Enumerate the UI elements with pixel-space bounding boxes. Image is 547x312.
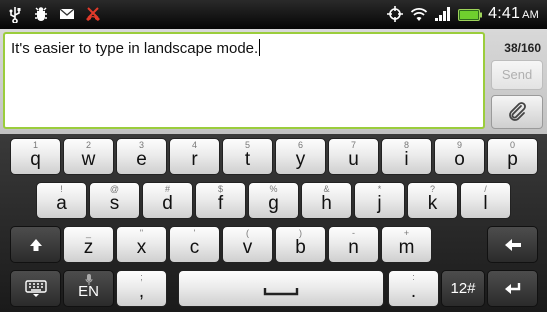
- key-t[interactable]: 5t: [222, 138, 273, 175]
- keyboard-icon: [11, 271, 60, 306]
- key-e[interactable]: 3e: [116, 138, 167, 175]
- key-char: i: [404, 149, 409, 170]
- battery-icon: [458, 8, 483, 21]
- backspace-arrow-icon: [488, 227, 537, 262]
- key-char: f: [217, 193, 224, 214]
- key-char: a: [56, 193, 67, 214]
- space-key[interactable]: [178, 270, 384, 307]
- key-char: z: [83, 237, 94, 258]
- key-char: s: [109, 193, 120, 214]
- key-char: .: [410, 281, 417, 302]
- key-k[interactable]: ? k: [407, 182, 458, 219]
- key-a[interactable]: ! a: [36, 182, 87, 219]
- key-char: d: [162, 193, 173, 214]
- key-n[interactable]: -n: [328, 226, 379, 263]
- symbols-label: 12#: [450, 280, 476, 297]
- key-char: y: [295, 149, 306, 170]
- key-m[interactable]: + m: [381, 226, 432, 263]
- key-char: p: [507, 149, 518, 170]
- clock-ampm: AM: [522, 9, 539, 21]
- soft-keyboard: 1q 2w 3e 4r 5t 6y 7u 8i 9o 0p ! a @ s # d $…: [0, 134, 547, 312]
- key-char: j: [377, 193, 382, 214]
- missed-call-icon: [84, 5, 102, 23]
- key-char: l: [483, 193, 488, 214]
- key-c[interactable]: ' c: [169, 226, 220, 263]
- key-x[interactable]: " x: [116, 226, 167, 263]
- space-bar-icon: [179, 271, 383, 306]
- attach-button[interactable]: [491, 95, 543, 129]
- language-key[interactable]: EN: [63, 270, 114, 307]
- debug-icon: [32, 5, 50, 23]
- key-char: g: [268, 193, 279, 214]
- key-i[interactable]: 8i: [381, 138, 432, 175]
- key-o[interactable]: 9o: [434, 138, 485, 175]
- key-r[interactable]: 4r: [169, 138, 220, 175]
- send-button[interactable]: Send: [491, 60, 543, 90]
- key-g[interactable]: % g: [248, 182, 299, 219]
- key-char: u: [348, 149, 359, 170]
- key-char: k: [427, 193, 438, 214]
- key-z[interactable]: _ z: [63, 226, 114, 263]
- key-comma[interactable]: ;,: [116, 270, 167, 307]
- key-char: r: [191, 149, 198, 170]
- key-char: n: [348, 237, 359, 258]
- key-y[interactable]: 6y: [275, 138, 326, 175]
- wifi-icon: [410, 5, 428, 23]
- signal-icon: [434, 5, 452, 23]
- enter-key[interactable]: [487, 270, 538, 307]
- key-l[interactable]: / l: [460, 182, 511, 219]
- key-b[interactable]: ) b: [275, 226, 326, 263]
- key-period[interactable]: :.: [388, 270, 439, 307]
- text-cursor: [259, 39, 261, 56]
- key-char: c: [189, 237, 200, 258]
- clock: 4:41 AM: [488, 5, 539, 23]
- key-char: x: [136, 237, 147, 258]
- key-h[interactable]: & h: [301, 182, 352, 219]
- usb-icon: [6, 5, 24, 24]
- key-char: m: [398, 237, 415, 258]
- language-label: EN: [78, 283, 99, 300]
- notification-icons: [6, 4, 102, 24]
- key-char: t: [244, 149, 251, 170]
- symbols-key[interactable]: 12#: [441, 270, 485, 307]
- key-j[interactable]: * j: [354, 182, 405, 219]
- compose-area: It's easier to type in landscape mode. 3…: [0, 29, 547, 134]
- mail-icon: [58, 5, 76, 23]
- message-input[interactable]: It's easier to type in landscape mode.: [3, 32, 485, 129]
- system-icons: 4:41 AM: [386, 4, 539, 24]
- enter-arrow-icon: [488, 271, 537, 306]
- key-f[interactable]: $ f: [195, 182, 246, 219]
- key-d[interactable]: # d: [142, 182, 193, 219]
- key-char: v: [242, 237, 253, 258]
- gps-icon: [386, 5, 404, 23]
- key-w[interactable]: 2w: [63, 138, 114, 175]
- message-text: It's easier to type in landscape mode.: [11, 40, 259, 57]
- shift-key[interactable]: [10, 226, 61, 263]
- key-s[interactable]: @ s: [89, 182, 140, 219]
- shift-arrow-icon: [11, 227, 60, 262]
- key-char: h: [321, 193, 332, 214]
- paperclip-icon: [506, 101, 528, 123]
- key-p[interactable]: 0p: [487, 138, 538, 175]
- key-char: o: [454, 149, 465, 170]
- key-u[interactable]: 7u: [328, 138, 379, 175]
- key-char: w: [81, 149, 96, 170]
- key-char: e: [136, 149, 147, 170]
- status-bar: 4:41 AM: [0, 0, 547, 29]
- key-char: q: [30, 149, 41, 170]
- keyboard-settings-key[interactable]: [10, 270, 61, 307]
- key-char: b: [295, 237, 306, 258]
- key-q[interactable]: 1q: [10, 138, 61, 175]
- clock-time: 4:41: [488, 5, 521, 22]
- key-char: ,: [138, 281, 145, 302]
- key-v[interactable]: (v: [222, 226, 273, 263]
- backspace-key[interactable]: [487, 226, 538, 263]
- character-counter: 38/160: [504, 41, 541, 55]
